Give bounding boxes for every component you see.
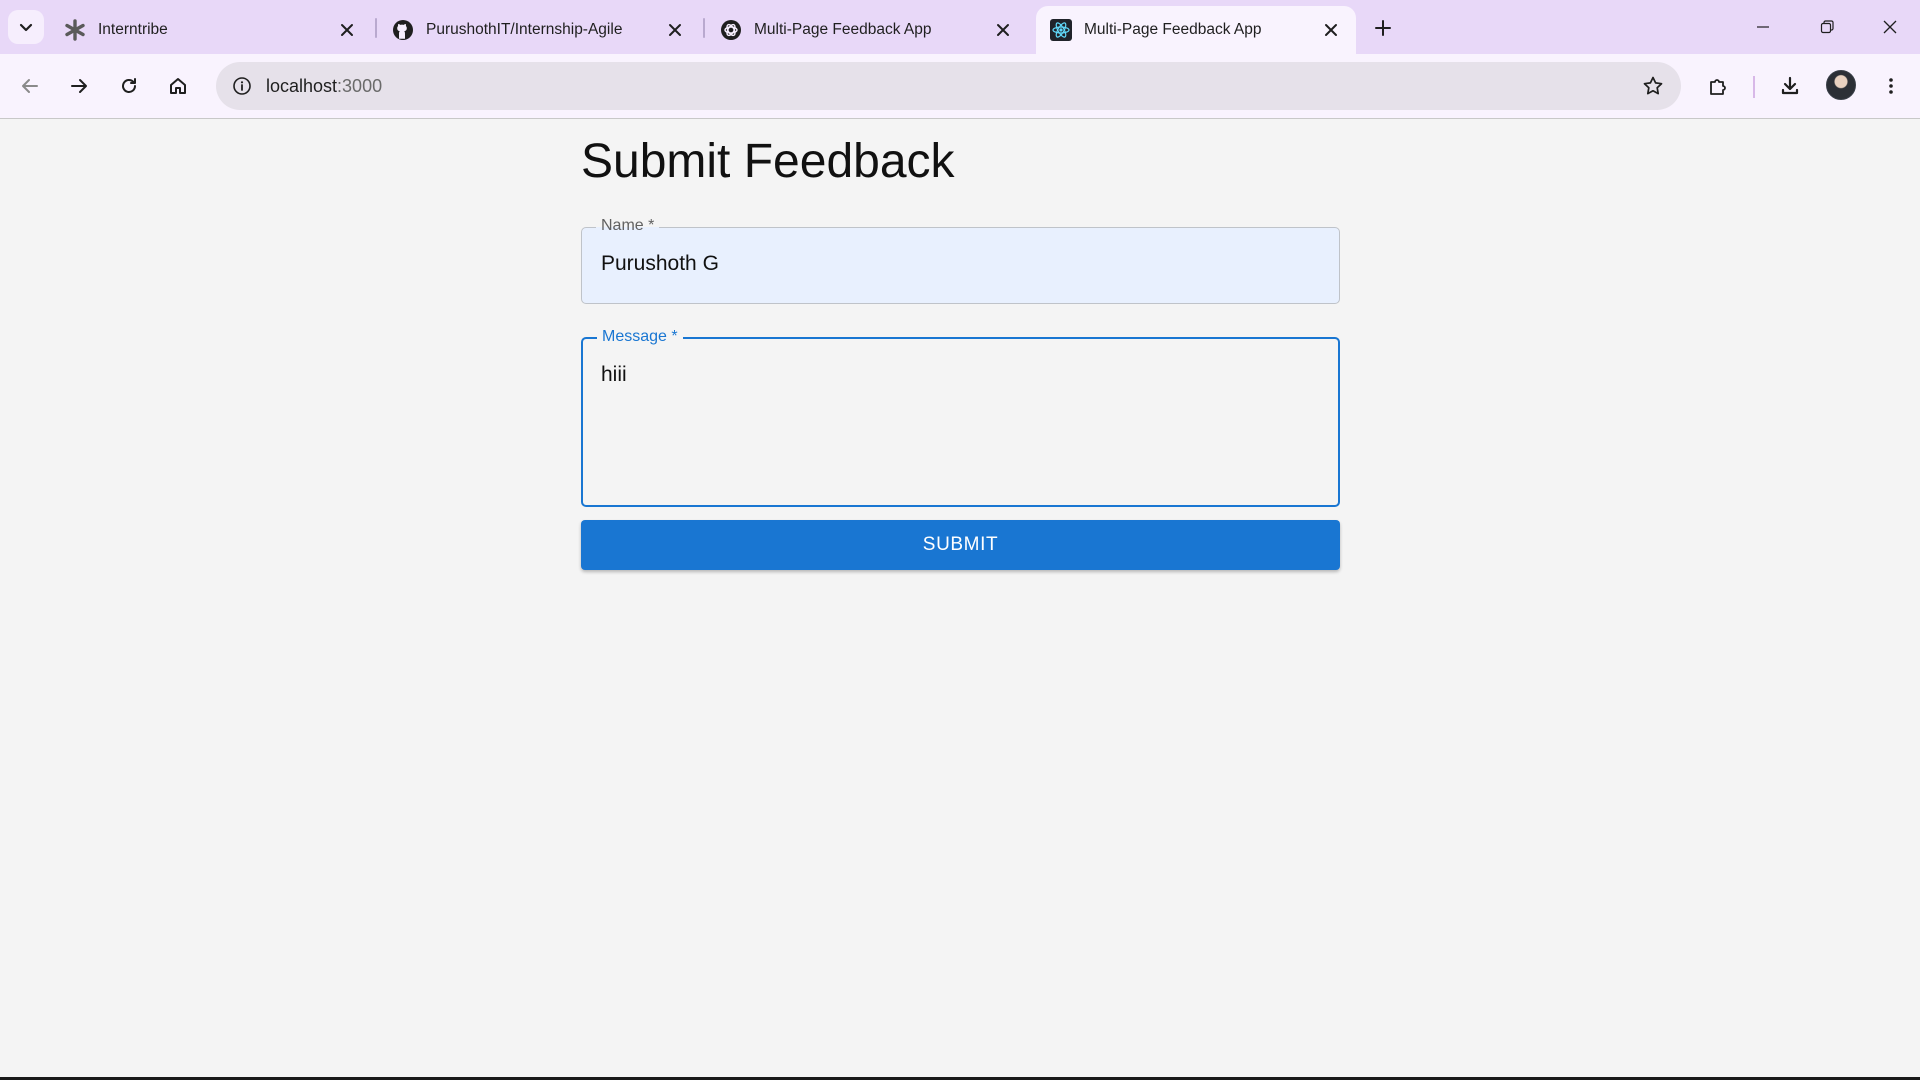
restore-icon <box>1820 20 1834 34</box>
toolbar-separator <box>1753 76 1755 98</box>
tab-interntribe[interactable]: Interntribe <box>50 6 372 54</box>
page-content: Submit Feedback Name * Purushoth G Messa… <box>0 120 1920 1080</box>
menu-button[interactable] <box>1873 68 1909 104</box>
close-tab-icon[interactable] <box>990 17 1016 43</box>
message-field[interactable]: Message * hiii <box>581 328 1340 507</box>
minimize-button[interactable] <box>1731 0 1795 54</box>
close-window-button[interactable] <box>1858 0 1920 54</box>
back-button[interactable] <box>12 68 48 104</box>
reload-button[interactable] <box>111 68 147 104</box>
plus-icon <box>1375 20 1391 36</box>
more-vertical-icon <box>1889 78 1893 94</box>
tab-github[interactable]: PurushothIT/Internship-Agile <box>378 6 700 54</box>
interntribe-icon <box>64 19 86 41</box>
tab-strip: Interntribe PurushothIT/Internship-Agile… <box>0 0 1920 54</box>
address-bar[interactable]: localhost:3000 <box>216 62 1681 110</box>
page-title: Submit Feedback <box>581 135 955 188</box>
minimize-icon <box>1757 26 1769 28</box>
restore-button[interactable] <box>1795 0 1859 54</box>
tab-title: Multi-Page Feedback App <box>754 21 932 38</box>
close-tab-icon[interactable] <box>334 17 360 43</box>
url-port: :3000 <box>337 75 383 96</box>
forward-button[interactable] <box>61 68 97 104</box>
tab-separator <box>703 18 705 38</box>
tab-title: Interntribe <box>98 21 168 38</box>
message-textarea[interactable]: hiii <box>601 363 627 387</box>
download-icon <box>1781 76 1799 95</box>
site-info-icon[interactable] <box>230 74 254 98</box>
profile-avatar[interactable] <box>1826 70 1856 100</box>
arrow-left-icon <box>22 79 38 93</box>
new-tab-button[interactable] <box>1368 13 1398 43</box>
openai-icon <box>720 19 742 41</box>
arrow-right-icon <box>71 79 87 93</box>
close-tab-icon[interactable] <box>1318 17 1344 43</box>
github-icon <box>392 19 414 41</box>
tab-feedback-app-active[interactable]: Multi-Page Feedback App <box>1036 6 1356 54</box>
home-button[interactable] <box>160 68 196 104</box>
tab-title: Multi-Page Feedback App <box>1084 21 1262 38</box>
tab-search-button[interactable] <box>8 10 44 44</box>
tab-feedback-app-1[interactable]: Multi-Page Feedback App <box>706 6 1028 54</box>
message-label: Message * <box>597 328 683 346</box>
name-input[interactable]: Purushoth G <box>601 252 719 276</box>
name-field[interactable]: Name * Purushoth G <box>581 217 1340 304</box>
close-icon <box>1883 20 1897 34</box>
name-label: Name * <box>596 217 660 235</box>
browser-toolbar: localhost:3000 <box>0 54 1920 119</box>
close-tab-icon[interactable] <box>662 17 688 43</box>
tab-separator <box>375 18 377 38</box>
extensions-button[interactable] <box>1700 68 1736 104</box>
downloads-button[interactable] <box>1772 68 1808 104</box>
submit-button[interactable]: SUBMIT <box>581 520 1340 570</box>
chevron-down-icon <box>19 23 33 32</box>
reload-icon <box>122 78 136 93</box>
url-text: localhost:3000 <box>266 76 382 97</box>
home-icon <box>170 78 186 94</box>
react-icon <box>1050 19 1072 41</box>
tab-title: PurushothIT/Internship-Agile <box>426 21 623 38</box>
url-host: localhost <box>266 75 338 96</box>
puzzle-icon <box>1710 79 1726 95</box>
bookmark-star-icon[interactable] <box>1641 74 1665 98</box>
